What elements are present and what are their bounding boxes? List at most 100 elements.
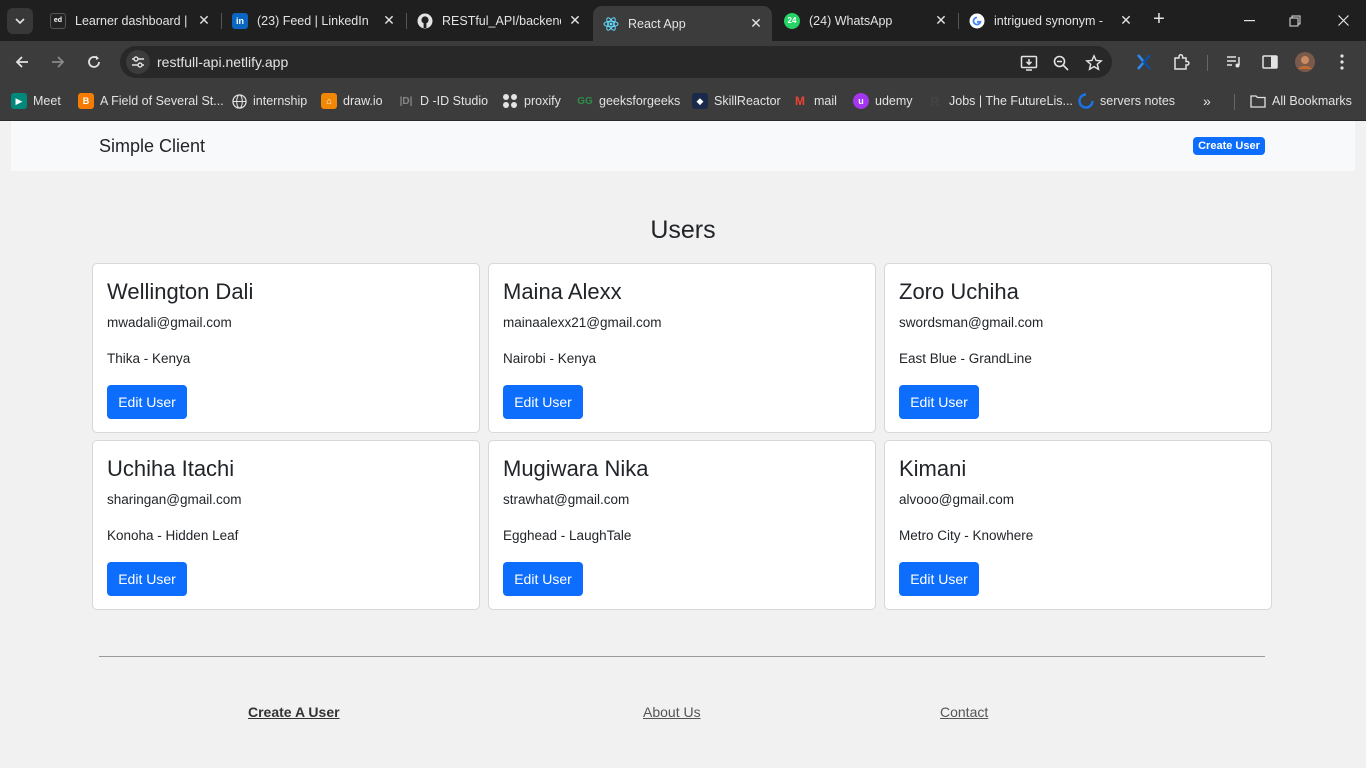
user-email: strawhat@gmail.com <box>503 492 630 507</box>
user-email: mainaalexx21@gmail.com <box>503 315 662 330</box>
restore-icon <box>1289 15 1301 26</box>
linkedin-icon: in <box>232 12 248 29</box>
more-vertical-icon <box>1340 54 1344 70</box>
skillreactor-icon: ◆ <box>692 93 708 109</box>
user-card: Zoro Uchiha swordsman@gmail.com East Blu… <box>884 263 1272 433</box>
blogger-icon: B <box>78 93 94 109</box>
media-control-button[interactable] <box>1224 52 1244 72</box>
bookmark-drawio[interactable]: ⌂ draw.io <box>321 92 383 110</box>
did-icon: |D| <box>399 95 413 107</box>
bookmark-geeksforgeeks[interactable]: GG geeksforgeeks <box>577 92 680 110</box>
browser-tab-strip: ed Learner dashboard | N ✕ in (23) Feed … <box>0 0 1366 41</box>
site-info-button[interactable] <box>126 50 150 74</box>
whatsapp-icon: 24 <box>784 12 800 29</box>
github-icon <box>417 13 433 29</box>
tune-icon <box>132 56 144 68</box>
page-heading: Users <box>650 216 716 244</box>
minimize-button[interactable] <box>1226 0 1272 41</box>
bookmark-futurelist[interactable]: R Jobs | The FutureLis... <box>927 92 1073 110</box>
profile-avatar[interactable] <box>1295 52 1315 72</box>
user-location: Thika - Kenya <box>107 351 191 366</box>
bookmark-servers-notes[interactable]: servers notes <box>1078 92 1175 110</box>
bookmark-internship[interactable]: internship <box>231 92 307 110</box>
restore-button[interactable] <box>1272 0 1318 41</box>
gmail-icon: M <box>795 94 805 108</box>
edit-user-button[interactable]: Edit User <box>107 385 187 419</box>
footer-create-user-link[interactable]: Create A User <box>248 704 340 720</box>
user-name: Wellington Dali <box>107 279 254 304</box>
tab-linkedin[interactable]: in (23) Feed | LinkedIn ✕ <box>222 7 405 34</box>
tab-google-search[interactable]: intrigued synonym - ✕ <box>959 7 1142 34</box>
bookmark-did-studio[interactable]: |D| D -ID Studio <box>398 92 489 110</box>
bookmark-proxify[interactable]: proxify <box>502 92 561 110</box>
close-tab-icon[interactable]: ✕ <box>381 12 397 29</box>
tab-learner-dashboard[interactable]: ed Learner dashboard | N ✕ <box>40 7 220 34</box>
brand-title[interactable]: Simple Client <box>99 136 205 157</box>
avatar-icon <box>1295 52 1315 72</box>
back-button[interactable] <box>9 49 35 75</box>
side-panel-button[interactable] <box>1260 52 1280 72</box>
tab-github[interactable]: RESTful_API/backend ✕ <box>407 7 591 34</box>
more-bookmarks-button[interactable]: » <box>1203 92 1211 110</box>
create-user-button[interactable]: Create User <box>1193 137 1265 155</box>
user-email: alvooo@gmail.com <box>899 492 1015 507</box>
new-tab-button[interactable]: + <box>1148 9 1170 31</box>
bookmark-udemy[interactable]: u udemy <box>853 92 913 110</box>
close-tab-icon[interactable]: ✕ <box>748 15 764 32</box>
drawio-icon: ⌂ <box>321 93 337 109</box>
bookmark-meet[interactable]: ▶ Meet <box>11 92 61 110</box>
all-bookmarks-button[interactable]: All Bookmarks <box>1250 92 1352 110</box>
bookmark-skillreactor[interactable]: ◆ SkillReactor <box>692 92 781 110</box>
user-email: mwadali@gmail.com <box>107 315 232 330</box>
bookmark-field-of-several[interactable]: B A Field of Several St... <box>78 92 224 110</box>
edit-user-button[interactable]: Edit User <box>503 562 583 596</box>
forward-button[interactable] <box>45 49 71 75</box>
edit-user-button[interactable]: Edit User <box>107 562 187 596</box>
user-card: Mugiwara Nika strawhat@gmail.com Egghead… <box>488 440 876 610</box>
address-bar[interactable]: restfull-api.netlify.app <box>120 46 1112 78</box>
close-tab-icon[interactable]: ✕ <box>1118 12 1134 29</box>
browser-menu-button[interactable] <box>1332 52 1352 72</box>
star-icon <box>1085 54 1103 71</box>
edit-user-button[interactable]: Edit User <box>899 385 979 419</box>
close-tab-icon[interactable]: ✕ <box>933 12 949 29</box>
reload-button[interactable] <box>81 49 107 75</box>
url-text[interactable]: restfull-api.netlify.app <box>157 54 288 70</box>
reload-icon <box>88 55 100 68</box>
user-email: swordsman@gmail.com <box>899 315 1044 330</box>
user-card: Maina Alexx mainaalexx21@gmail.com Nairo… <box>488 263 876 433</box>
app-navbar: Simple Client Create User <box>11 121 1355 171</box>
user-card: Wellington Dali mwadali@gmail.com Thika … <box>92 263 480 433</box>
close-tab-icon[interactable]: ✕ <box>196 12 212 29</box>
puzzle-icon <box>1174 53 1190 70</box>
edit-user-button[interactable]: Edit User <box>899 562 979 596</box>
folder-icon <box>1250 93 1266 109</box>
footer-about-link[interactable]: About Us <box>643 704 701 720</box>
gfg-icon: GG <box>577 95 593 107</box>
tab-search-button[interactable] <box>7 8 33 34</box>
proxify-icon <box>502 93 518 109</box>
zoom-button[interactable] <box>1052 54 1070 72</box>
extension-logo-icon <box>1137 54 1151 70</box>
footer-contact-link[interactable]: Contact <box>940 704 988 720</box>
footer-divider <box>99 656 1265 657</box>
user-name: Maina Alexx <box>503 279 622 304</box>
minimize-icon <box>1243 19 1255 21</box>
extensions-menu-button[interactable] <box>1171 52 1191 72</box>
playlist-icon <box>1227 56 1240 68</box>
extension-button[interactable] <box>1134 52 1154 72</box>
edx-icon: ed <box>50 12 66 29</box>
install-app-button[interactable] <box>1020 54 1038 72</box>
edit-user-button[interactable]: Edit User <box>503 385 583 419</box>
close-tab-icon[interactable]: ✕ <box>567 12 583 29</box>
tab-whatsapp[interactable]: 24 (24) WhatsApp ✕ <box>774 7 957 34</box>
bookmark-star-button[interactable] <box>1085 54 1103 72</box>
zoom-icon <box>1053 55 1069 71</box>
react-icon <box>603 16 619 32</box>
page-content: Simple Client Create User Users Wellingt… <box>0 121 1366 768</box>
bookmark-mail[interactable]: M mail <box>792 92 837 110</box>
user-location: Metro City - Knowhere <box>899 528 1034 543</box>
user-location: East Blue - GrandLine <box>899 351 1032 366</box>
tab-react-app[interactable]: React App ✕ <box>593 6 772 41</box>
close-window-button[interactable] <box>1320 0 1366 41</box>
